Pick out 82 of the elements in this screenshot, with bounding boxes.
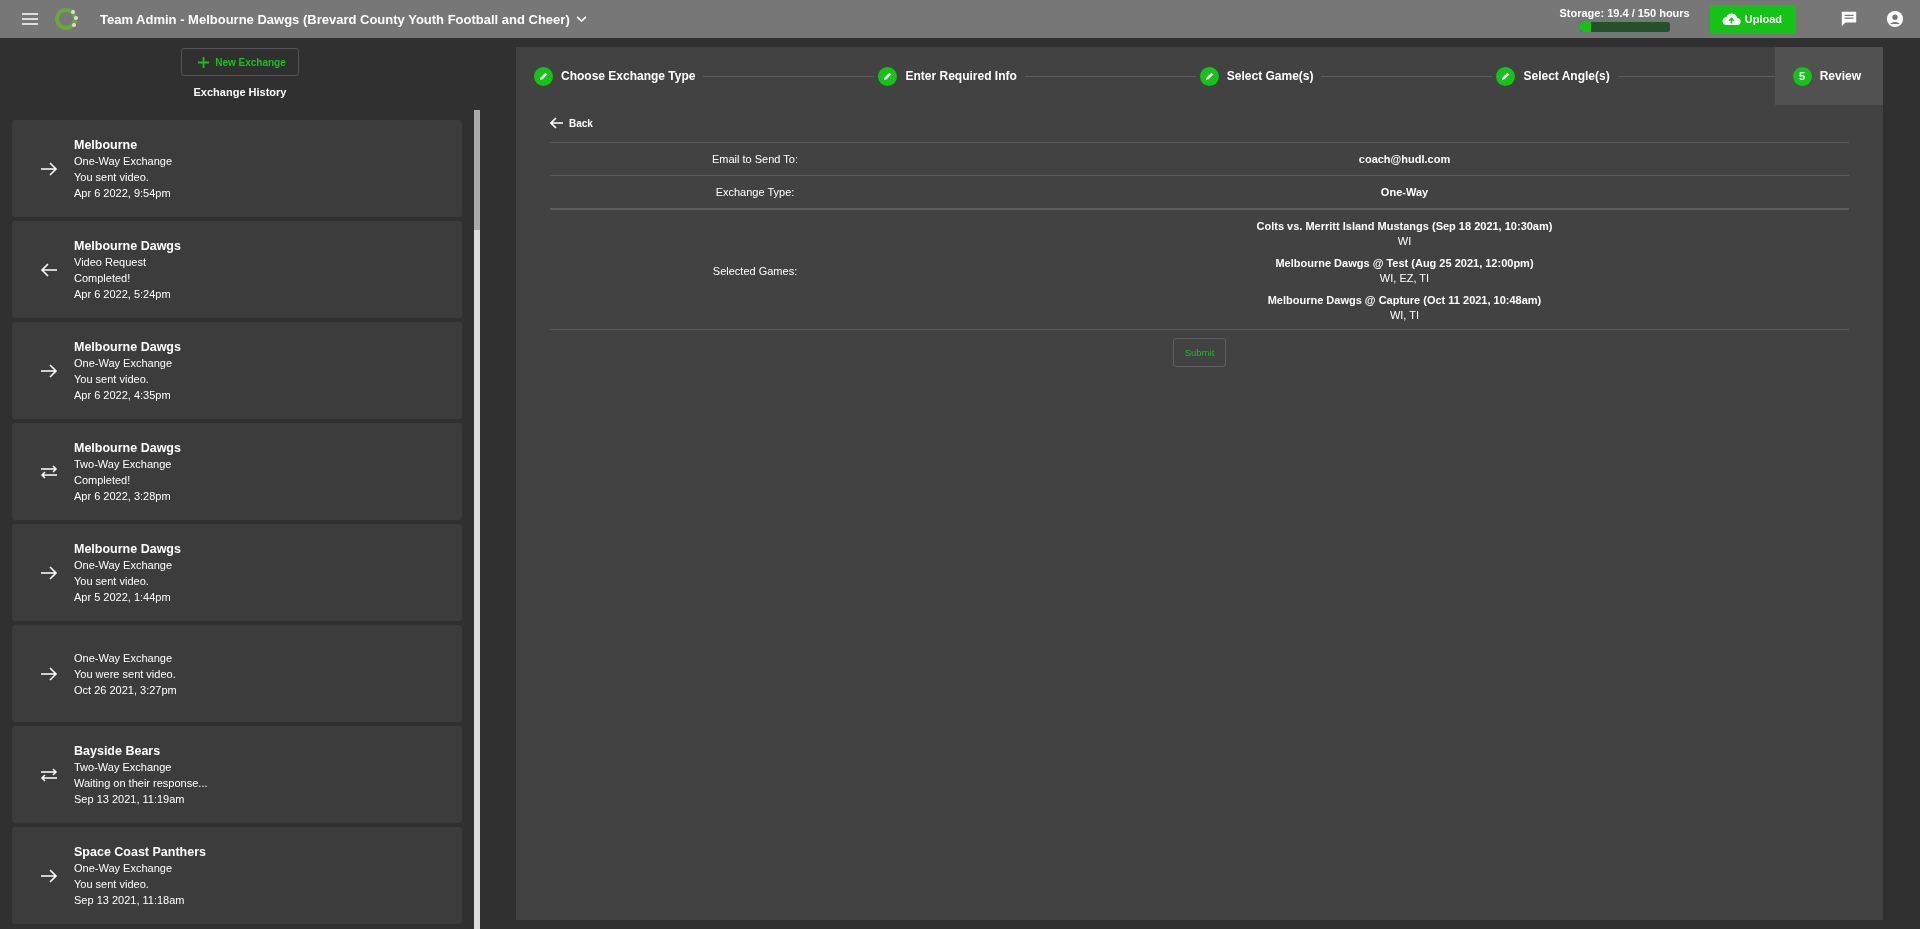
account-icon[interactable] [1886, 10, 1904, 28]
exchange-date: Apr 6 2022, 3:28pm [74, 488, 172, 504]
exchange-date: Apr 5 2022, 1:44pm [74, 589, 172, 605]
swap-arrows-icon [40, 464, 58, 479]
exchange-status: You sent video. [74, 876, 150, 892]
cloud-upload-icon [1721, 12, 1741, 26]
pencil-icon [878, 66, 898, 86]
arrow-right-icon [40, 161, 58, 176]
step-tab[interactable]: Select Game(s) [1181, 47, 1336, 105]
team-title[interactable]: Team Admin - Melbourne Dawgs (Brevard County Youth Football and Cheer) [100, 11, 570, 27]
arrow-left-icon [550, 117, 564, 129]
exchange-date: Sep 13 2021, 11:18am [74, 892, 186, 908]
menu-icon[interactable] [22, 13, 38, 25]
plus-icon [198, 56, 210, 68]
exchange-status: Completed! [74, 270, 132, 286]
submit-button[interactable]: Submit [1172, 338, 1227, 367]
exchange-title: Melbourne Dawgs [74, 237, 181, 254]
exchange-type: Video Request [74, 254, 147, 270]
exchange-card[interactable]: Bayside Bears Two-Way Exchange Waiting on their response... Sep 13 2021, 11:19am [12, 726, 462, 823]
chat-icon[interactable] [1840, 10, 1858, 28]
exchange-card[interactable]: Melbourne Dawgs One-Way Exchange You sent video. Apr 5 2022, 1:44pm [12, 524, 462, 621]
game-name: Melbourne Dawgs @ Test (Aug 25 2021, 12:00pm) [1275, 257, 1534, 269]
exchange-type: One-Way Exchange [74, 860, 174, 876]
exchange-type: One-Way Exchange [74, 650, 174, 666]
chevron-down-icon[interactable] [575, 15, 587, 23]
exchange-status: Waiting on their response... [74, 775, 208, 791]
exchange-status: You were sent video. [74, 666, 177, 682]
exchange-card[interactable]: Melbourne Dawgs One-Way Exchange You sent video. Apr 6 2022, 4:35pm [12, 322, 462, 419]
exchange-card[interactable]: Melbourne Dawgs Two-Way Exchange Completed! Apr 6 2022, 3:28pm [12, 423, 462, 520]
exchange-status: You sent video. [74, 573, 150, 589]
exchange-title: Melbourne Dawgs [74, 338, 181, 355]
arrow-right-icon [40, 868, 58, 883]
back-link[interactable]: Back [550, 117, 593, 129]
exchange-date: Sep 13 2021, 11:19am [74, 791, 186, 807]
exchange-type: One-Way Exchange [74, 153, 173, 169]
field-label: Exchange Type: [714, 186, 796, 198]
step-tab[interactable]: Enter Required Info [860, 47, 1039, 105]
exchange-type: One-Way Exchange [74, 557, 174, 573]
game-angles: WI [1397, 235, 1412, 247]
pencil-icon [1496, 66, 1516, 86]
game-angles: WI, EZ, TI [1379, 272, 1430, 284]
exchange-date: Oct 26 2021, 3:27pm [74, 682, 177, 698]
storage-label: Storage: 19.4 / 150 hours [1559, 6, 1690, 19]
step-tab[interactable]: Select Angle(s) [1478, 47, 1632, 105]
step-tab[interactable]: 5 Review [1774, 47, 1884, 105]
arrow-right-icon [40, 363, 58, 378]
arrow-right-icon [40, 666, 58, 681]
game-name: Melbourne Dawgs @ Capture (Oct 11 2021, 10:48am) [1267, 294, 1542, 306]
exchange-card[interactable]: Melbourne One-Way Exchange You sent video. Apr 6 2022, 9:54pm [12, 120, 462, 217]
pencil-icon [534, 66, 553, 86]
arrow-left-icon [40, 262, 58, 277]
exchange-status: Completed! [74, 472, 132, 488]
new-exchange-button[interactable]: New Exchange [181, 48, 299, 76]
exchange-date: Apr 6 2022, 4:35pm [74, 387, 172, 403]
pencil-icon [1199, 66, 1219, 86]
logo-icon[interactable] [54, 6, 80, 32]
exchange-history-heading: Exchange History [193, 86, 287, 100]
exchange-date: Apr 6 2022, 5:24pm [74, 286, 172, 302]
exchange-title: Space Coast Panthers [74, 843, 206, 860]
step-tab[interactable]: Choose Exchange Type [516, 47, 718, 105]
field-value: coach@hudl.com [1358, 153, 1451, 165]
field-label: Selected Games: [711, 264, 799, 277]
exchange-card[interactable]: One-Way Exchange You were sent video. Oct 26 2021, 3:27pm [12, 625, 462, 722]
game-angles: WI, TI [1389, 309, 1420, 321]
exchange-card[interactable]: Space Coast Panthers One-Way Exchange You sent video. Sep 13 2021, 11:18am [12, 827, 462, 924]
exchange-type: Two-Way Exchange [74, 759, 173, 775]
exchange-title: Melbourne Dawgs [74, 540, 181, 557]
game-name: Colts vs. Merritt Island Mustangs (Sep 18 2021, 10:30am) [1256, 220, 1553, 232]
exchange-title: Bayside Bears [74, 742, 162, 759]
exchange-card[interactable]: Melbourne Dawgs Video Request Completed! Apr 6 2022, 5:24pm [12, 221, 462, 318]
exchange-title: Melbourne Dawgs [74, 439, 181, 456]
exchange-type: One-Way Exchange [74, 355, 174, 371]
field-label: Email to Send To: [711, 153, 799, 165]
exchange-status: You sent video. [74, 169, 150, 185]
exchange-type: Two-Way Exchange [74, 456, 173, 472]
exchange-date: Apr 6 2022, 9:54pm [74, 185, 172, 201]
swap-arrows-icon [40, 767, 58, 782]
exchange-status: You sent video. [74, 371, 150, 387]
exchange-title: Melbourne [74, 136, 139, 153]
field-value: One-Way [1380, 186, 1429, 198]
arrow-right-icon [40, 565, 58, 580]
scrollbar[interactable] [474, 110, 480, 929]
